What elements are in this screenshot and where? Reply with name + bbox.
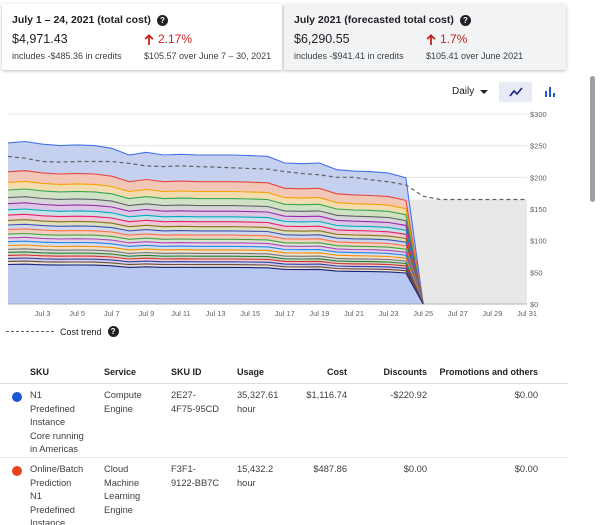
current-cost-change-note: $105.57 over June 7 – 30, 2021 <box>144 51 272 61</box>
sku-id-line: F3F1- <box>171 464 196 474</box>
current-cost-change-pct: 2.17% <box>158 32 193 46</box>
promotions-value: $0.00 <box>514 390 538 400</box>
forecast-cost-credits: includes -$941.41 in credits <box>294 51 404 61</box>
service-line: Cloud <box>104 464 129 474</box>
current-cost-title: July 1 – 24, 2021 (total cost) <box>12 14 151 26</box>
x-tick-label: Jul 29 <box>482 309 502 318</box>
usage-value: 15,432.2 <box>237 464 274 474</box>
y-tick-label: $100 <box>530 237 547 246</box>
current-cost-credits: includes -$485.36 in credits <box>12 51 122 61</box>
sku-id-line: 2E27- <box>171 390 196 400</box>
x-tick-label: Jul 23 <box>379 309 399 318</box>
forecast-cost-change-note: $105.41 over June 2021 <box>426 51 524 61</box>
cost-trend-label: Cost trend <box>60 326 102 337</box>
discount-value: $0.00 <box>403 464 427 474</box>
summary-cards: July 1 – 24, 2021 (total cost) ? $4,971.… <box>0 0 600 74</box>
current-cost-amount: $4,971.43 <box>12 32 68 46</box>
usage-unit: hour <box>237 477 256 488</box>
promotions-value: $0.00 <box>514 464 538 474</box>
header-discounts[interactable]: Discounts <box>347 366 427 380</box>
header-service[interactable]: Service <box>104 366 171 380</box>
sku-line: in Americas <box>30 444 79 454</box>
x-tick-label: Jul 11 <box>171 309 190 318</box>
cost-value: $1,116.74 <box>306 390 347 400</box>
y-tick-label: $200 <box>530 173 547 182</box>
sku-id-line: 9122-BB7C <box>171 477 220 488</box>
y-tick-label: $250 <box>530 142 547 151</box>
granularity-dropdown[interactable]: Daily <box>452 86 489 97</box>
sku-line: Predefined <box>30 504 75 515</box>
y-tick-label: $0 <box>530 300 538 309</box>
y-tick-label: $50 <box>530 268 543 277</box>
x-tick-label: Jul 31 <box>517 309 537 318</box>
chart-legend: Cost trend ? <box>6 326 119 337</box>
granularity-label: Daily <box>452 86 475 97</box>
cost-chart-svg: $0 $50 $100 $150 $200 $250 $300 Jul 3 Jul 5 Jul 7… <box>7 110 547 318</box>
sku-id-line: 4F75-95CD <box>171 403 220 414</box>
bar-chart-icon <box>545 87 555 97</box>
series-color-dot <box>12 392 22 402</box>
help-icon[interactable]: ? <box>459 14 471 26</box>
help-icon[interactable]: ? <box>156 14 168 26</box>
forecast-region <box>405 199 527 304</box>
y-tick-label: $300 <box>530 110 547 119</box>
table-row[interactable]: Online/Batch Prediction N1 Predefined In… <box>0 458 568 525</box>
header-promotions[interactable]: Promotions and others <box>427 366 554 380</box>
discount-value: -$220.92 <box>390 390 427 400</box>
help-icon[interactable]: ? <box>107 326 119 337</box>
sku-line: N1 <box>30 390 42 400</box>
x-tick-label: Jul 25 <box>413 309 433 318</box>
sku-line: Core running <box>30 430 84 441</box>
x-tick-label: Jul 19 <box>309 309 329 318</box>
service-line: Machine <box>104 477 140 488</box>
forecast-cost-amount: $6,290.55 <box>294 32 350 46</box>
sku-line: Predefined <box>30 403 75 414</box>
sku-line: Prediction <box>30 477 72 488</box>
x-tick-label: Jul 15 <box>240 309 260 318</box>
cost-trend-swatch <box>6 331 54 332</box>
current-cost-card: July 1 – 24, 2021 (total cost) ? $4,971.… <box>2 4 282 70</box>
chart-controls: Daily <box>0 82 600 104</box>
x-tick-label: Jul 27 <box>448 309 468 318</box>
sku-table: SKU Service SKU ID Usage Cost Discounts … <box>0 362 568 525</box>
arrow-up-icon <box>426 33 436 45</box>
line-chart-icon <box>508 87 523 97</box>
forecast-cost-title: July 2021 (forecasted total cost) <box>294 14 454 26</box>
y-tick-label: $150 <box>530 205 547 214</box>
cost-chart: $0 $50 $100 $150 $200 $250 $300 Jul 3 Jul 5 Jul 7… <box>0 104 600 344</box>
x-tick-label: Jul 7 <box>104 309 120 318</box>
usage-unit: hour <box>237 403 256 414</box>
sku-line: Online/Batch <box>30 464 84 474</box>
bar-chart-toggle[interactable] <box>540 82 560 102</box>
service-line: Learning <box>104 491 141 501</box>
table-row[interactable]: N1 Predefined Instance Core running in A… <box>0 384 568 458</box>
dropdown-arrow-icon <box>480 89 489 94</box>
cost-value: $487.86 <box>313 464 347 474</box>
x-tick-label: Jul 9 <box>138 309 154 318</box>
x-tick-label: Jul 21 <box>344 309 364 318</box>
forecast-cost-change-pct: 1.7% <box>440 32 468 46</box>
service-line: Engine <box>104 504 133 515</box>
table-header: SKU Service SKU ID Usage Cost Discounts … <box>0 362 568 384</box>
series-color-dot <box>12 466 22 476</box>
sku-line: Instance <box>30 518 66 525</box>
header-sku[interactable]: SKU <box>30 366 104 380</box>
sku-line: Instance <box>30 417 66 427</box>
line-chart-toggle[interactable] <box>499 82 532 102</box>
x-tick-label: Jul 3 <box>35 309 51 318</box>
sku-line: N1 <box>30 491 42 501</box>
service-line: Engine <box>104 403 133 414</box>
service-line: Compute <box>104 390 142 400</box>
forecast-cost-card: July 2021 (forecasted total cost) ? $6,2… <box>284 4 566 70</box>
arrow-up-icon <box>144 33 154 45</box>
header-cost[interactable]: Cost <box>301 366 347 380</box>
x-tick-label: Jul 17 <box>275 309 295 318</box>
usage-value: 35,327.61 <box>237 390 279 400</box>
header-sku-id[interactable]: SKU ID <box>171 366 237 380</box>
header-usage[interactable]: Usage <box>237 366 301 380</box>
x-tick-label: Jul 13 <box>206 309 226 318</box>
x-tick-label: Jul 5 <box>69 309 85 318</box>
